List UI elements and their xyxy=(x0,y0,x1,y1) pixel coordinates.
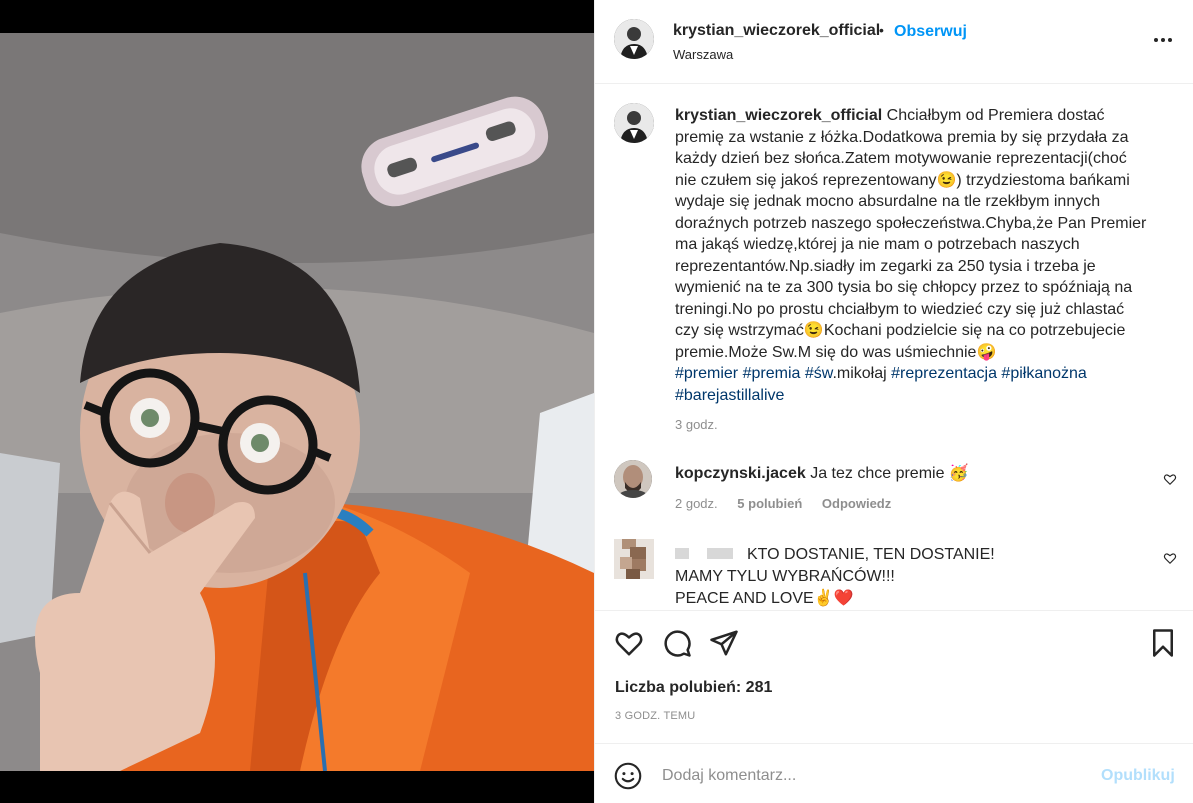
comment-like-heart-icon[interactable] xyxy=(1163,551,1177,565)
caption-line: doraźnych potrzeb naszego społeczeństwa.… xyxy=(675,214,1147,232)
caption-username[interactable]: krystian_wieczorek_official xyxy=(675,107,882,124)
commenter-avatar[interactable] xyxy=(614,460,652,498)
add-comment-bar: Opublikuj xyxy=(595,743,1193,803)
selfie-image xyxy=(0,33,594,771)
likes-count[interactable]: Liczba polubień: 281 xyxy=(615,679,772,697)
author-avatar[interactable] xyxy=(614,19,654,59)
caption-line: reprezentantów.Np.siadły im zegarki za 2… xyxy=(675,257,1096,275)
send-icon[interactable] xyxy=(709,628,739,658)
comment-text: kopczynski.jacek Ja tez chce premie 🥳 xyxy=(675,463,969,483)
caption-line: premię za wstanie z łóżka.Dodatkowa prem… xyxy=(675,128,1129,146)
more-horizontal-icon[interactable] xyxy=(1151,28,1175,52)
follow-button[interactable]: Obserwuj xyxy=(894,23,967,41)
post-actions: Liczba polubień: 281 3 GODZ. TEMU xyxy=(595,610,1193,743)
post-media xyxy=(0,0,594,803)
post-time-ago[interactable]: 3 GODZ. TEMU xyxy=(615,710,695,722)
separator-dot: • xyxy=(879,22,884,38)
caption-line: czy się wstrzymać😉Kochani podzielcie się… xyxy=(675,322,1126,339)
reply-button[interactable]: Odpowiedz xyxy=(822,496,891,511)
author-username[interactable]: krystian_wieczorek_official xyxy=(673,22,880,40)
comment-line: PEACE AND LOVE✌️❤️ xyxy=(675,590,854,607)
caption-line: treningi.No po prostu chciałbym to wiedz… xyxy=(675,300,1125,318)
caption-line: wymienić na te za 300 tysia bo się chłop… xyxy=(675,279,1133,296)
caption-line: Chciałbym od Premiera dostać xyxy=(886,107,1105,124)
publish-button[interactable]: Opublikuj xyxy=(1101,767,1175,785)
heart-icon[interactable] xyxy=(614,628,644,658)
caption-line: wydaje się jednak mocno absurdalne na tl… xyxy=(675,193,1101,210)
comment-time[interactable]: 2 godz. xyxy=(675,496,718,511)
comments-list[interactable]: krystian_wieczorek_official Chciałbym od… xyxy=(595,85,1193,610)
comment-meta: 2 godz. 5 polubień Odpowiedz xyxy=(675,496,907,511)
hashtag-link[interactable]: #św xyxy=(805,365,833,382)
caption-avatar[interactable] xyxy=(614,103,654,143)
hashtag-suffix: .mikołaj xyxy=(832,365,887,382)
caption-text: krystian_wieczorek_official Chciałbym od… xyxy=(675,105,1165,406)
bookmark-icon[interactable] xyxy=(1148,628,1178,658)
hashtag-link[interactable]: #barejastillalive xyxy=(675,387,784,404)
comment-icon[interactable] xyxy=(662,628,692,658)
hashtag-link[interactable]: #reprezentacja xyxy=(891,365,997,382)
smiley-icon[interactable] xyxy=(614,762,642,790)
caption-line: premie.Może Sw.M się do was uśmiechnie🤪 xyxy=(675,343,997,361)
comment-like-heart-icon[interactable] xyxy=(1163,472,1177,486)
comment-body: Ja tez chce premie 🥳 xyxy=(810,465,969,482)
post-photo[interactable] xyxy=(0,33,594,771)
commenter-avatar-blurred[interactable] xyxy=(614,539,654,579)
caption-time[interactable]: 3 godz. xyxy=(675,417,718,432)
comment-line: KTO DOSTANIE, TEN DOSTANIE! xyxy=(747,546,995,563)
comment-body: KTO DOSTANIE, TEN DOSTANIE! MAMY TYLU WY… xyxy=(675,544,1145,610)
comment-line: MAMY TYLU WYBRAŃCÓW!!! xyxy=(675,568,895,585)
post-header: krystian_wieczorek_official • Obserwuj W… xyxy=(595,0,1193,84)
commenter-username[interactable]: kopczynski.jacek xyxy=(675,465,806,482)
caption-line: każdy dzień bez słońca.Zatem motywowanie… xyxy=(675,150,1127,167)
hashtag-link[interactable]: #premier xyxy=(675,365,738,382)
post-panel: krystian_wieczorek_official • Obserwuj W… xyxy=(594,0,1193,803)
hashtag-link[interactable]: #premia xyxy=(743,365,801,382)
caption-line: nie czułem się jakoś reprezentowany😉) tr… xyxy=(675,171,1130,189)
comment-likes[interactable]: 5 polubień xyxy=(737,496,802,511)
comment-input[interactable] xyxy=(662,764,1082,788)
caption-line: ma jakąś wiedzę,której ja nie mam o potr… xyxy=(675,236,1080,253)
post-location[interactable]: Warszawa xyxy=(673,47,733,62)
hashtag-link[interactable]: #piłkanożna xyxy=(1001,365,1086,382)
